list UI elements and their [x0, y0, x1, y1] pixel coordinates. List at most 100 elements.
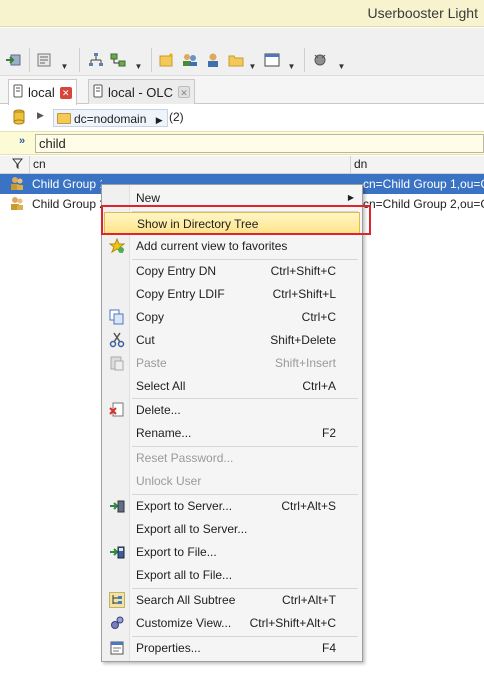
menu-item-paste[interactable]: Paste Shift+Insert — [104, 352, 360, 374]
tab-label: local - OLC — [108, 84, 174, 100]
chevron-right-icon[interactable]: ▶ — [156, 115, 163, 125]
menu-item-cut[interactable]: Cut Shift+Delete — [104, 329, 360, 351]
close-icon[interactable]: ✕ — [178, 86, 191, 98]
toolbar-separator — [304, 48, 305, 72]
star-icon — [109, 238, 125, 254]
group-icon — [10, 176, 24, 191]
menu-item-export-all-to-server[interactable]: Export all to Server... — [104, 518, 360, 540]
menu-item-export-to-file[interactable]: Export to File... — [104, 541, 360, 563]
title-bar: Userbooster Light — [0, 0, 484, 27]
column-header-cn[interactable]: cn — [33, 157, 46, 171]
menu-item-search-all-subtree[interactable]: Search All Subtree Ctrl+Alt+T — [104, 589, 360, 611]
tab-local[interactable]: local ✕ — [8, 79, 77, 105]
menu-item-shortcut: Shift+Delete — [270, 333, 336, 347]
menu-item-label: Export all to Server... — [136, 522, 248, 536]
menu-item-shortcut: Ctrl+C — [301, 310, 336, 324]
export-server-icon — [109, 498, 125, 514]
paste-icon — [109, 355, 125, 371]
new-user-icon[interactable] — [203, 50, 223, 70]
menu-item-export-to-server[interactable]: Export to Server... Ctrl+Alt+S — [104, 495, 360, 517]
column-separator[interactable] — [350, 156, 351, 174]
menu-item-label: Export all to File... — [136, 568, 233, 582]
menu-item-reset-password[interactable]: Reset Password... — [104, 447, 360, 469]
menu-item-shortcut: Ctrl+A — [302, 379, 336, 393]
highlight-box — [101, 205, 371, 235]
menu-item-label: Add current view to favorites — [136, 239, 288, 253]
new-group-icon[interactable] — [180, 50, 200, 70]
menu-item-label: Search All Subtree — [136, 593, 236, 607]
menu-item-copy[interactable]: Copy Ctrl+C — [104, 306, 360, 328]
chevron-right-icon[interactable]: ▶ — [37, 110, 44, 121]
menu-item-shortcut: F2 — [321, 426, 336, 440]
toolbar-separator — [151, 48, 152, 72]
dropdown-arrow-icon[interactable]: ▼ — [134, 62, 143, 72]
menu-item-rename[interactable]: Rename... F2 — [104, 422, 360, 444]
window-title: Userbooster Light — [367, 5, 478, 21]
window-icon[interactable] — [262, 50, 282, 70]
menu-item-label: Delete... — [136, 403, 181, 417]
menu-item-copy-entry-ldif[interactable]: Copy Entry LDIF Ctrl+Shift+L — [104, 283, 360, 305]
menu-item-label: Reset Password... — [136, 451, 234, 465]
dropdown-arrow-icon[interactable]: ▼ — [337, 62, 346, 72]
tab-local-olc[interactable]: local - OLC ✕ — [88, 79, 196, 104]
expand-icon[interactable]: » — [19, 135, 25, 147]
menu-item-export-all-to-file[interactable]: Export all to File... — [104, 564, 360, 586]
menu-item-label: Rename... — [136, 426, 192, 440]
menu-item-add-favorites[interactable]: Add current view to favorites — [104, 235, 360, 257]
menu-item-properties[interactable]: Properties... F4 — [104, 637, 360, 659]
menu-item-delete[interactable]: Delete... — [104, 399, 360, 421]
group-icon — [10, 196, 24, 211]
menu-item-label: Export to File... — [136, 545, 217, 559]
menu-item-label: Copy Entry LDIF — [136, 287, 225, 301]
menu-item-copy-entry-dn[interactable]: Copy Entry DN Ctrl+Shift+C — [104, 260, 360, 282]
menu-item-label: Customize View... — [136, 616, 232, 630]
close-icon[interactable]: ✕ — [59, 86, 72, 99]
menu-item-shortcut: Ctrl+Alt+T — [281, 593, 336, 607]
tab-label: local — [28, 85, 55, 100]
breadcrumb: ▶ dc=nodomain ▶ (2) — [0, 105, 484, 131]
toolbar-separator — [29, 48, 30, 72]
menu-item-label: Unlock User — [136, 474, 202, 488]
menu-item-shortcut: Ctrl+Shift+C — [270, 264, 336, 278]
breadcrumb-label: dc=nodomain — [74, 112, 147, 126]
cell-cn: Child Group 2 — [32, 197, 102, 211]
menu-item-customize-view[interactable]: Customize View... Ctrl+Shift+Alt+C — [104, 612, 360, 634]
network-icon[interactable] — [108, 50, 128, 70]
scissors-icon — [109, 332, 125, 348]
gear-icon — [109, 615, 125, 631]
toolbar: ▼ ▼ ▼ ▼ ▼ — [0, 28, 484, 76]
folder-icon — [57, 113, 71, 124]
filter-bar: » child — [0, 131, 484, 155]
column-separator[interactable] — [29, 156, 30, 174]
database-icon — [93, 84, 103, 101]
filter-input[interactable]: child — [35, 134, 484, 153]
column-header-dn[interactable]: dn — [354, 157, 367, 171]
database-icon — [13, 84, 23, 101]
menu-item-label: Copy — [136, 310, 165, 324]
properties-icon[interactable] — [34, 50, 54, 70]
new-ou-icon[interactable] — [226, 50, 246, 70]
menu-item-unlock-user[interactable]: Unlock User — [104, 470, 360, 492]
menu-item-select-all[interactable]: Select All Ctrl+A — [104, 375, 360, 397]
filter-icon[interactable] — [11, 158, 24, 172]
delete-icon — [109, 402, 125, 418]
breadcrumb-item[interactable]: dc=nodomain ▶ — [53, 109, 168, 127]
properties-icon — [109, 640, 125, 656]
menu-item-shortcut: Ctrl+Shift+Alt+C — [249, 616, 336, 630]
server-icon[interactable] — [13, 109, 25, 128]
new-entry-icon[interactable] — [157, 50, 177, 70]
menu-item-label: Select All — [136, 379, 186, 393]
toolbar-separator — [79, 48, 80, 72]
dropdown-arrow-icon[interactable]: ▼ — [60, 62, 69, 72]
menu-item-label: Paste — [136, 356, 167, 370]
dropdown-arrow-icon[interactable]: ▼ — [248, 62, 257, 72]
dropdown-arrow-icon[interactable]: ▼ — [287, 62, 296, 72]
menu-item-label: Export to Server... — [136, 499, 233, 513]
menu-item-label: Copy Entry DN — [136, 264, 217, 278]
menu-item-shortcut: Shift+Insert — [274, 356, 336, 370]
tree-icon[interactable] — [86, 50, 106, 70]
plugin-icon[interactable] — [310, 50, 330, 70]
cell-cn: Child Group 1 — [32, 177, 102, 191]
login-icon[interactable] — [3, 50, 23, 70]
menu-item-shortcut: F4 — [321, 641, 336, 655]
